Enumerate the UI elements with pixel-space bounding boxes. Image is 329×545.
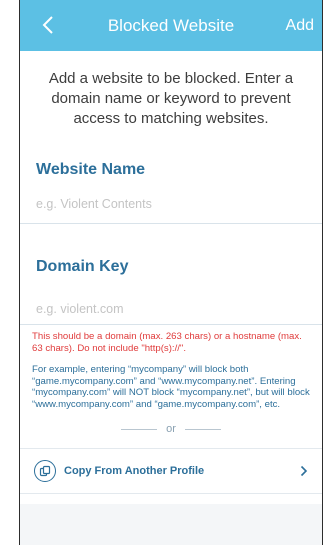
domain-key-label: Domain Key	[36, 258, 129, 275]
page-title: Blocked Website	[107, 16, 235, 35]
copy-icon	[34, 460, 56, 482]
app-frame: Blocked Website Add Add a website to be …	[19, 0, 323, 545]
bottom-area	[20, 504, 322, 545]
chevron-right-icon	[298, 461, 310, 481]
or-line-left	[121, 428, 158, 430]
or-label: or	[166, 423, 176, 435]
website-name-label: Website Name	[36, 161, 146, 178]
nav-bar: Blocked Website Add	[20, 0, 322, 51]
website-name-input[interactable]	[20, 191, 322, 217]
domain-key-input[interactable]	[20, 296, 322, 322]
add-button[interactable]: Add	[286, 0, 314, 51]
or-line-right	[184, 428, 221, 430]
copy-from-profile-label: Copy From Another Profile	[64, 465, 205, 477]
copy-from-profile-button[interactable]: Copy From Another Profile	[20, 448, 322, 494]
domain-key-example: For example, entering “mycompany” will b…	[32, 364, 310, 410]
or-separator: or	[20, 422, 322, 436]
domain-key-warning: This should be a domain (max. 263 chars)…	[32, 331, 302, 354]
intro-text: Add a website to be blocked. Enter a dom…	[48, 70, 294, 127]
